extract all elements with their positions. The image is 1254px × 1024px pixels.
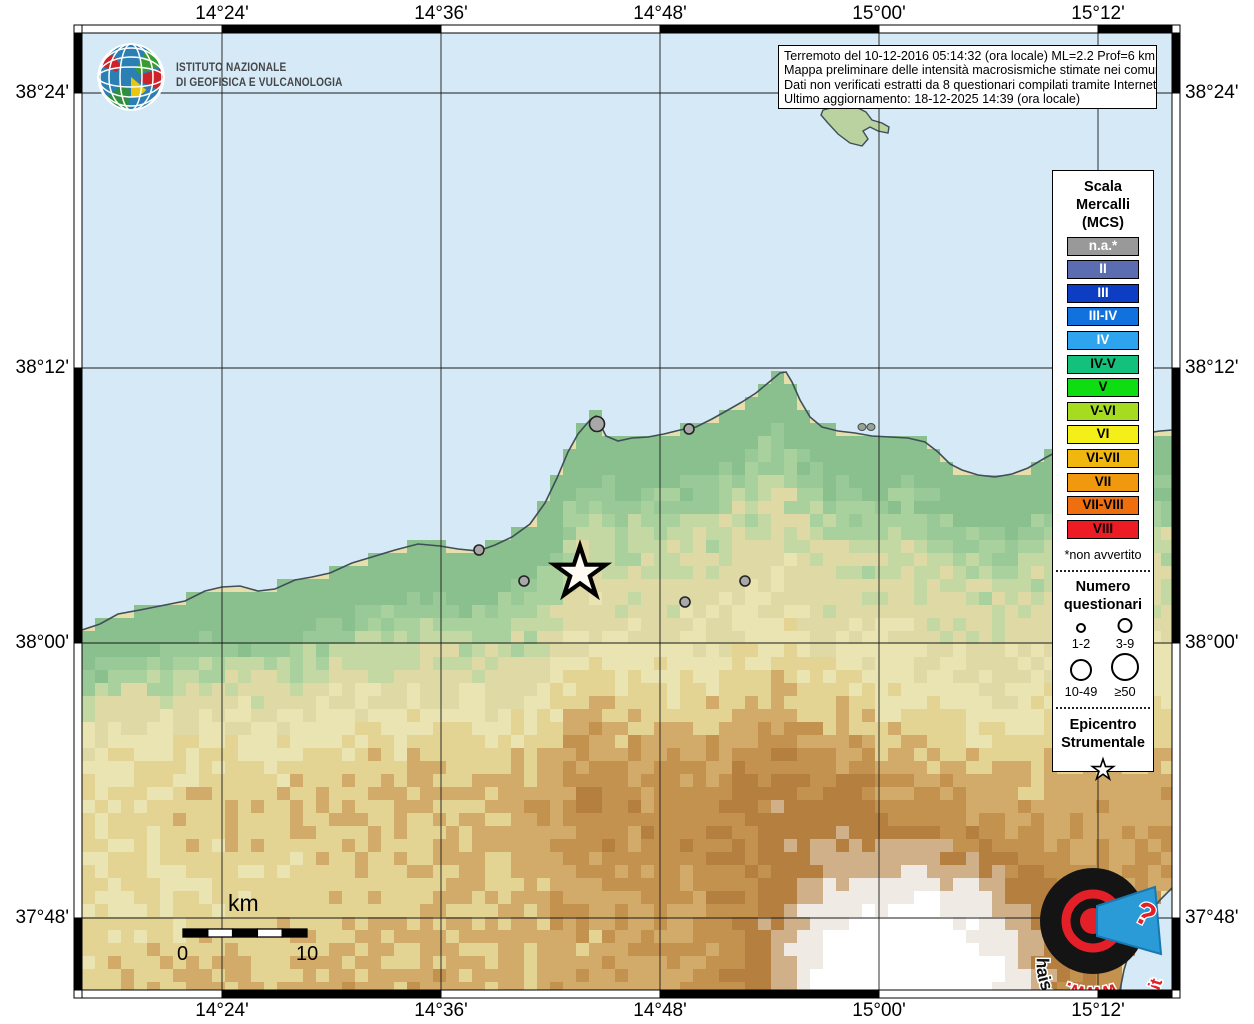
event-title-line2: Mappa preliminare delle intensità macros… [784, 63, 1151, 77]
ingv-logo-line2: DI GEOFISICA E VULCANOLOGIA [176, 75, 343, 90]
epicenter-title-line2: Strumentale [1053, 734, 1153, 752]
questionnaire-point [590, 417, 605, 432]
scalebar-unit: km [228, 890, 259, 917]
lat-label-left: 38°12' [16, 357, 70, 379]
size-class-label: ≥50 [1114, 684, 1135, 699]
mercalli-scale-item-iv: IV [1067, 331, 1139, 350]
event-title-box: Terremoto del 10-12-2016 05:14:32 (ora l… [778, 45, 1157, 109]
epicenter-star-glyph [1088, 756, 1118, 782]
legend-title-line2: Mercalli [1053, 196, 1153, 214]
legend-footnote: *non avvertito [1053, 548, 1153, 562]
legend-divider-2 [1056, 707, 1150, 709]
legend-title-line1: Scala [1053, 171, 1153, 196]
questionnaire-circle-icon [1110, 616, 1140, 635]
lat-label-left: 38°24' [16, 82, 70, 104]
mercalli-scale-item-ii: II [1067, 260, 1139, 279]
scalebar-start: 0 [177, 943, 188, 966]
lat-label-right: 38°24' [1185, 82, 1239, 104]
islet [858, 424, 866, 431]
lon-label-bottom: 14°36' [414, 1000, 468, 1022]
scalebar [183, 929, 307, 937]
event-title-line1: Terremoto del 10-12-2016 05:14:32 (ora l… [784, 49, 1151, 63]
lat-label-right: 37°48' [1185, 907, 1239, 929]
ingv-logo-line1: ISTITUTO NAZIONALE [176, 60, 343, 75]
lon-label-top: 15°00' [852, 3, 906, 25]
mercalli-scale-item-iv-v: IV-V [1067, 355, 1139, 374]
legend: Scala Mercalli (MCS) n.a.*IIIIIIII-IVIVI… [1052, 170, 1154, 772]
lon-label-top: 15°12' [1071, 3, 1125, 25]
lon-label-top: 14°48' [633, 3, 687, 25]
lon-label-bottom: 15°00' [852, 1000, 906, 1022]
legend-divider-1 [1056, 570, 1150, 572]
epicenter-star-icon [1053, 756, 1153, 787]
size-class-3-9: 3-9 [1103, 616, 1147, 651]
questionnaire-point [740, 576, 750, 586]
questionnaire-point [474, 545, 484, 555]
islet [867, 424, 875, 431]
ingv-logo-text: ISTITUTO NAZIONALE DI GEOFISICA E VULCAN… [176, 60, 343, 90]
lon-label-top: 14°24' [195, 3, 249, 25]
epicenter-title-line1: Epicentro [1053, 716, 1153, 734]
questionnaire-size-classes: 1-2 3-9 10-49 ≥50 [1059, 616, 1147, 699]
questionnaire-point [684, 424, 694, 434]
mercalli-scale-item-iii-iv: III-IV [1067, 307, 1139, 326]
mercalli-scale-items: n.a.*IIIIIIII-IVIVIV-VVV-VIVIVI-VIIVIIVI… [1053, 237, 1153, 539]
lon-label-top: 14°36' [414, 3, 468, 25]
mercalli-scale-item-vii-viii: VII-VIII [1067, 496, 1139, 515]
questionnaires-title-line2: questionari [1053, 596, 1153, 614]
ingv-macroseismic-map: { "theme": { "sea": "#d5eaf6", "land_bas… [0, 0, 1254, 1024]
questionnaire-circle-icon [1110, 651, 1140, 683]
mercalli-scale-item-iii: III [1067, 284, 1139, 303]
size-class-≥50: ≥50 [1103, 651, 1147, 699]
mercalli-scale-item-vi: VI [1067, 425, 1139, 444]
lon-label-bottom: 14°48' [633, 1000, 687, 1022]
questionnaire-point [680, 597, 690, 607]
mercalli-scale-item-v: V [1067, 378, 1139, 397]
lat-label-right: 38°00' [1185, 632, 1239, 654]
event-title-line4: Ultimo aggiornamento: 18-12-2025 14:39 (… [784, 92, 1151, 106]
questionnaire-point [519, 576, 529, 586]
lon-label-bottom: 15°12' [1071, 1000, 1125, 1022]
mercalli-scale-item-vii: VII [1067, 473, 1139, 492]
size-class-label: 3-9 [1116, 636, 1135, 651]
ingv-globe-icon [98, 44, 164, 110]
lat-label-right: 38°12' [1185, 357, 1239, 379]
questionnaire-circle-icon [1066, 657, 1096, 683]
lon-label-bottom: 14°24' [195, 1000, 249, 1022]
legend-title-line3: (MCS) [1053, 214, 1153, 232]
mercalli-scale-item-vi-vii: VI-VII [1067, 449, 1139, 468]
lat-label-left: 38°00' [16, 632, 70, 654]
mercalli-scale-item-v-vi: V-VI [1067, 402, 1139, 421]
size-class-1-2: 1-2 [1059, 616, 1103, 651]
scalebar-end: 10 [296, 943, 318, 966]
size-class-label: 10-49 [1065, 684, 1098, 699]
event-title-line3: Dati non verificati estratti da 8 questi… [784, 78, 1151, 92]
lat-label-left: 37°48' [16, 907, 70, 929]
size-class-10-49: 10-49 [1059, 651, 1103, 699]
questionnaire-circle-icon [1066, 621, 1096, 635]
size-class-label: 1-2 [1072, 636, 1091, 651]
mercalli-scale-item-viii: VIII [1067, 520, 1139, 539]
map-layers: haisentitoilterremoto.itwww.? [82, 33, 1174, 1024]
questionnaires-title-line1: Numero [1053, 578, 1153, 596]
mercalli-scale-item-n.a.*: n.a.* [1067, 237, 1139, 256]
